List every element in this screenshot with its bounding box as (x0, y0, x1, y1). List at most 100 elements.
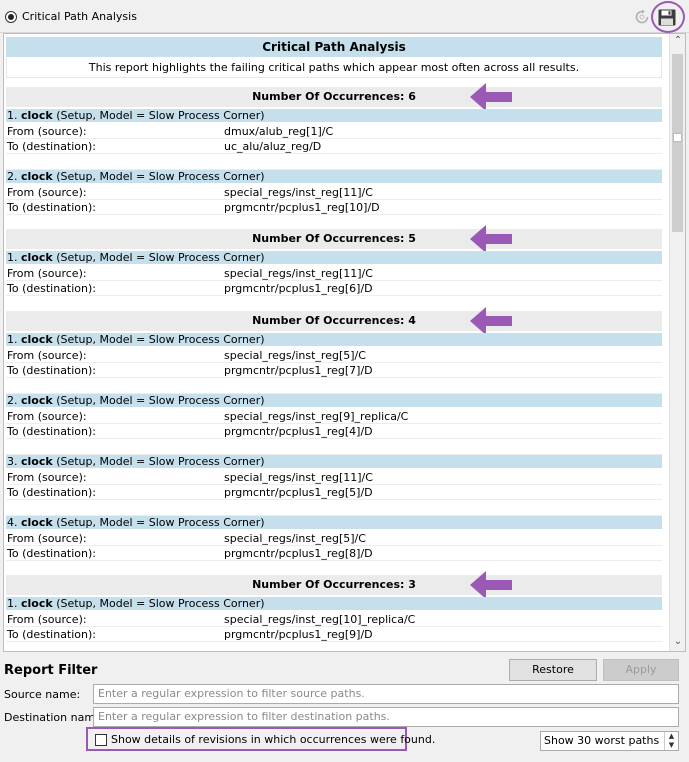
path-index: 3. (7, 455, 18, 468)
path-separator (6, 440, 662, 455)
apply-button[interactable]: Apply (603, 659, 679, 681)
clock-label: clock (21, 597, 53, 610)
path-header[interactable]: 4. clock (Setup, Model = Slow Process Co… (6, 516, 662, 529)
clock-label: clock (21, 394, 53, 407)
path-separator (6, 297, 662, 312)
destination-path: prgmcntr/pcplus1_reg[7]/D (224, 364, 373, 377)
path-source-row[interactable]: From (source): special_regs/inst_reg[10]_… (6, 612, 662, 627)
path-header[interactable]: 1. clock (Setup, Model = Slow Process Co… (6, 109, 662, 122)
path-model: (Setup, Model = Slow Process Corner) (56, 333, 265, 346)
title-bar: Critical Path Analysis (0, 0, 689, 33)
details-checkbox[interactable] (95, 734, 107, 746)
path-model: (Setup, Model = Slow Process Corner) (56, 170, 265, 183)
radio-selected-icon[interactable] (5, 11, 17, 23)
save-icon[interactable] (658, 9, 676, 26)
source-path: special_regs/inst_reg[10]_replica/C (224, 613, 416, 626)
destination-path: prgmcntr/pcplus1_reg[10]/D (224, 201, 380, 214)
scrollbar-grip[interactable] (673, 133, 682, 142)
clock-label: clock (21, 333, 53, 346)
path-destination-row[interactable]: To (destination): prgmcntr/pcplus1_reg[5]… (6, 485, 662, 500)
path-source-row[interactable]: From (source): special_regs/inst_reg[11]/… (6, 470, 662, 485)
source-path: special_regs/inst_reg[11]/C (224, 186, 373, 199)
path-model: (Setup, Model = Slow Process Corner) (56, 516, 265, 529)
path-source-row[interactable]: From (source): special_regs/inst_reg[9]_r… (6, 409, 662, 424)
path-destination-row[interactable]: To (destination): prgmcntr/pcplus1_reg[8]… (6, 546, 662, 561)
destination-label: To (destination): (7, 282, 96, 295)
report-panel[interactable]: Critical Path Analysis This report highl… (3, 33, 686, 652)
source-path: special_regs/inst_reg[5]/C (224, 349, 366, 362)
occurrence-header: Number Of Occurrences: 6 (6, 87, 662, 107)
report-title: Critical Path Analysis (6, 37, 662, 57)
refresh-icon[interactable] (634, 9, 650, 25)
clock-label: clock (21, 170, 53, 183)
source-path: special_regs/inst_reg[5]/C (224, 532, 366, 545)
scroll-down-icon[interactable]: ⌄ (672, 635, 684, 649)
source-label: From (source): (7, 410, 87, 423)
filter-title: Report Filter (4, 663, 98, 678)
destination-label: To (destination): (7, 486, 96, 499)
path-source-row[interactable]: From (source): dmux/alub_reg[1]/C (6, 124, 662, 139)
scroll-up-icon[interactable]: ⌃ (672, 34, 684, 48)
path-header[interactable]: 2. clock (Setup, Model = Slow Process Co… (6, 170, 662, 183)
path-destination-row[interactable]: To (destination): prgmcntr/pcplus1_reg[9]… (6, 627, 662, 642)
destination-label: To (destination): (7, 425, 96, 438)
path-destination-row[interactable]: To (destination): prgmcntr/pcplus1_reg[7]… (6, 363, 662, 378)
source-path: dmux/alub_reg[1]/C (224, 125, 334, 138)
source-label: From (source): (7, 186, 87, 199)
report-filter-panel: Report Filter Restore Defaults Apply Sou… (0, 655, 689, 762)
occurrence-header: Number Of Occurrences: 5 (6, 229, 662, 249)
source-path: special_regs/inst_reg[11]/C (224, 267, 373, 280)
destination-label: To (destination): (7, 547, 96, 560)
destination-path: prgmcntr/pcplus1_reg[5]/D (224, 486, 373, 499)
clock-label: clock (21, 109, 53, 122)
source-label: From (source): (7, 349, 87, 362)
clock-label: clock (21, 251, 53, 264)
path-index: 1. (7, 597, 18, 610)
path-index: 2. (7, 170, 18, 183)
path-header[interactable]: 2. clock (Setup, Model = Slow Process Co… (6, 394, 662, 407)
arrow-left-icon (469, 570, 513, 600)
report-description: This report highlights the failing criti… (6, 58, 662, 78)
source-label: From (source): (7, 613, 87, 626)
scrollbar-thumb[interactable] (672, 54, 683, 232)
path-destination-row[interactable]: To (destination): prgmcntr/pcplus1_reg[6]… (6, 281, 662, 296)
path-model: (Setup, Model = Slow Process Corner) (56, 109, 265, 122)
destination-path: prgmcntr/pcplus1_reg[8]/D (224, 547, 373, 560)
path-source-row[interactable]: From (source): special_regs/inst_reg[5]/C (6, 348, 662, 363)
path-index: 1. (7, 251, 18, 264)
destination-path: prgmcntr/pcplus1_reg[6]/D (224, 282, 373, 295)
destination-name-label: Destination name: (4, 711, 106, 724)
path-destination-row[interactable]: To (destination): prgmcntr/pcplus1_reg[4]… (6, 424, 662, 439)
worst-paths-select[interactable]: Show 30 worst paths ▲ ▼ (540, 731, 679, 751)
details-checkbox-label[interactable]: Show details of revisions in which occur… (111, 733, 435, 746)
path-header[interactable]: 1. clock (Setup, Model = Slow Process Co… (6, 251, 662, 264)
destination-label: To (destination): (7, 140, 96, 153)
destination-path: uc_alu/aluz_reg/D (224, 140, 322, 153)
occurrence-header: Number Of Occurrences: 3 (6, 575, 662, 595)
path-model: (Setup, Model = Slow Process Corner) (56, 251, 265, 264)
path-separator (6, 501, 662, 516)
source-name-input[interactable]: Enter a regular expression to filter sou… (93, 684, 679, 704)
arrow-left-icon (469, 224, 513, 254)
path-destination-row[interactable]: To (destination): prgmcntr/pcplus1_reg[10… (6, 200, 662, 215)
path-header[interactable]: 1. clock (Setup, Model = Slow Process Co… (6, 333, 662, 346)
path-source-row[interactable]: From (source): special_regs/inst_reg[5]/C (6, 531, 662, 546)
destination-label: To (destination): (7, 364, 96, 377)
source-label: From (source): (7, 125, 87, 138)
path-header[interactable]: 1. clock (Setup, Model = Slow Process Co… (6, 597, 662, 610)
clock-label: clock (21, 516, 53, 529)
occurrence-header: Number Of Occurrences: 4 (6, 311, 662, 331)
path-destination-row[interactable]: To (destination): uc_alu/aluz_reg/D (6, 139, 662, 154)
restore-defaults-button[interactable]: Restore Defaults (509, 659, 597, 696)
report-scrollbar[interactable]: ⌃ ⌄ (669, 34, 685, 651)
arrow-left-icon (469, 82, 513, 112)
path-source-row[interactable]: From (source): special_regs/inst_reg[11]/… (6, 185, 662, 200)
path-source-row[interactable]: From (source): special_regs/inst_reg[11]/… (6, 266, 662, 281)
path-index: 1. (7, 333, 18, 346)
destination-name-input[interactable]: Enter a regular expression to filter des… (93, 707, 679, 727)
path-index: 4. (7, 516, 18, 529)
source-label: From (source): (7, 267, 87, 280)
path-header[interactable]: 3. clock (Setup, Model = Slow Process Co… (6, 455, 662, 468)
spinner-arrows-icon[interactable]: ▲ ▼ (664, 732, 678, 750)
destination-label: To (destination): (7, 628, 96, 641)
